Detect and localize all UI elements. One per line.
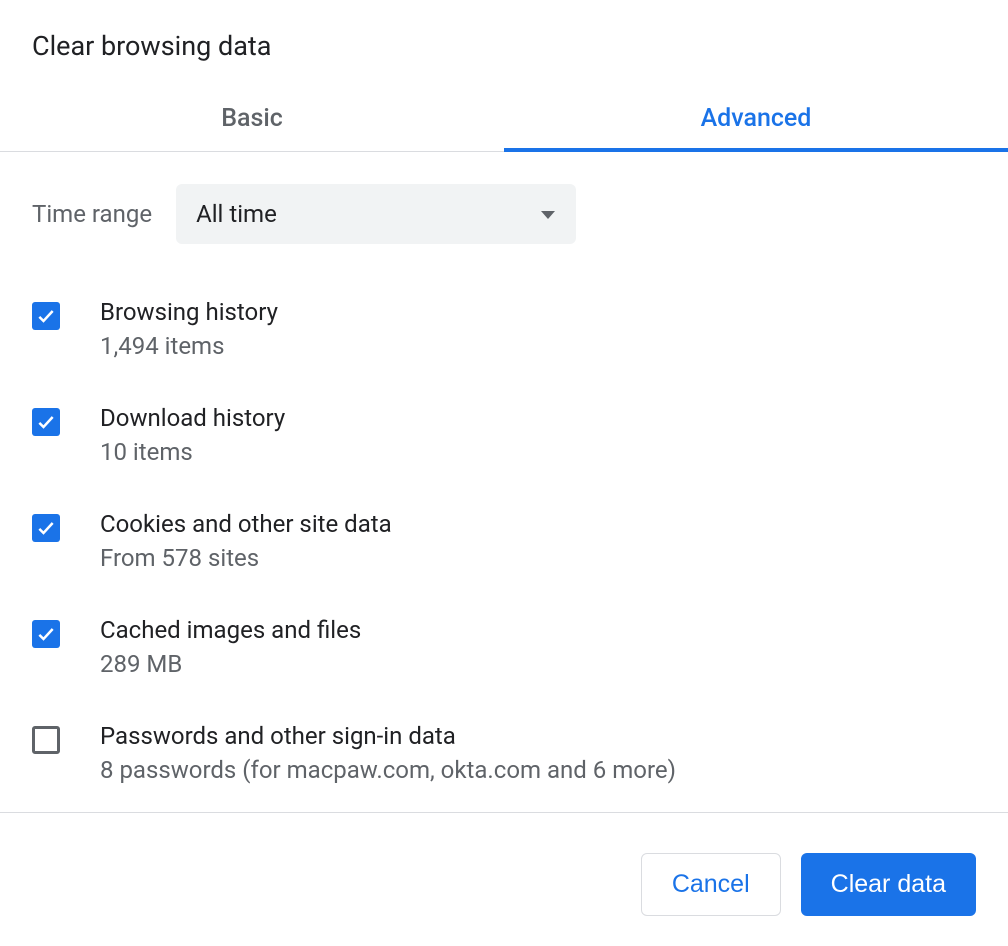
scroll-area: Time range All time Browsing history 1,4… <box>0 152 1008 812</box>
dialog-footer: Cancel Clear data <box>0 812 1008 946</box>
checkbox-browsing-history[interactable] <box>32 302 60 330</box>
option-text: Browsing history 1,494 items <box>100 298 278 360</box>
option-download-history: Download history 10 items <box>32 382 976 488</box>
option-text: Passwords and other sign-in data 8 passw… <box>100 722 676 784</box>
option-title: Cookies and other site data <box>100 510 392 538</box>
time-range-value: All time <box>196 200 277 228</box>
dialog-title: Clear browsing data <box>0 0 1008 86</box>
option-sub: 1,494 items <box>100 332 278 360</box>
option-title: Cached images and files <box>100 616 361 644</box>
clear-data-button[interactable]: Clear data <box>801 853 976 916</box>
checkbox-cookies[interactable] <box>32 514 60 542</box>
cancel-button[interactable]: Cancel <box>641 853 781 916</box>
option-sub: 8 passwords (for macpaw.com, okta.com an… <box>100 756 676 784</box>
tabs: Basic Advanced <box>0 86 1008 152</box>
tab-basic[interactable]: Basic <box>0 86 504 151</box>
time-range-select[interactable]: All time <box>176 184 576 244</box>
option-title: Download history <box>100 404 285 432</box>
checkbox-passwords[interactable] <box>32 726 60 754</box>
checkbox-cache[interactable] <box>32 620 60 648</box>
chevron-down-icon <box>540 205 556 224</box>
option-sub: 289 MB <box>100 650 361 678</box>
check-icon <box>36 306 56 326</box>
check-icon <box>36 518 56 538</box>
option-cache: Cached images and files 289 MB <box>32 594 976 700</box>
option-text: Download history 10 items <box>100 404 285 466</box>
option-autofill: Auto-fill form data <box>32 806 976 812</box>
option-sub: From 578 sites <box>100 544 392 572</box>
checkbox-download-history[interactable] <box>32 408 60 436</box>
option-browsing-history: Browsing history 1,494 items <box>32 276 976 382</box>
time-range-label: Time range <box>32 200 152 228</box>
option-text: Cached images and files 289 MB <box>100 616 361 678</box>
options-list: Browsing history 1,494 items Download hi… <box>0 268 1008 812</box>
option-text: Cookies and other site data From 578 sit… <box>100 510 392 572</box>
option-passwords: Passwords and other sign-in data 8 passw… <box>32 700 976 806</box>
option-title: Browsing history <box>100 298 278 326</box>
tab-advanced-label: Advanced <box>701 104 812 133</box>
tab-advanced[interactable]: Advanced <box>504 86 1008 151</box>
option-cookies: Cookies and other site data From 578 sit… <box>32 488 976 594</box>
clear-browsing-data-dialog: Clear browsing data Basic Advanced Time … <box>0 0 1008 946</box>
check-icon <box>36 624 56 644</box>
option-title: Passwords and other sign-in data <box>100 722 676 750</box>
check-icon <box>36 412 56 432</box>
option-sub: 10 items <box>100 438 285 466</box>
time-range-row: Time range All time <box>0 152 1008 268</box>
tab-basic-label: Basic <box>221 104 283 133</box>
